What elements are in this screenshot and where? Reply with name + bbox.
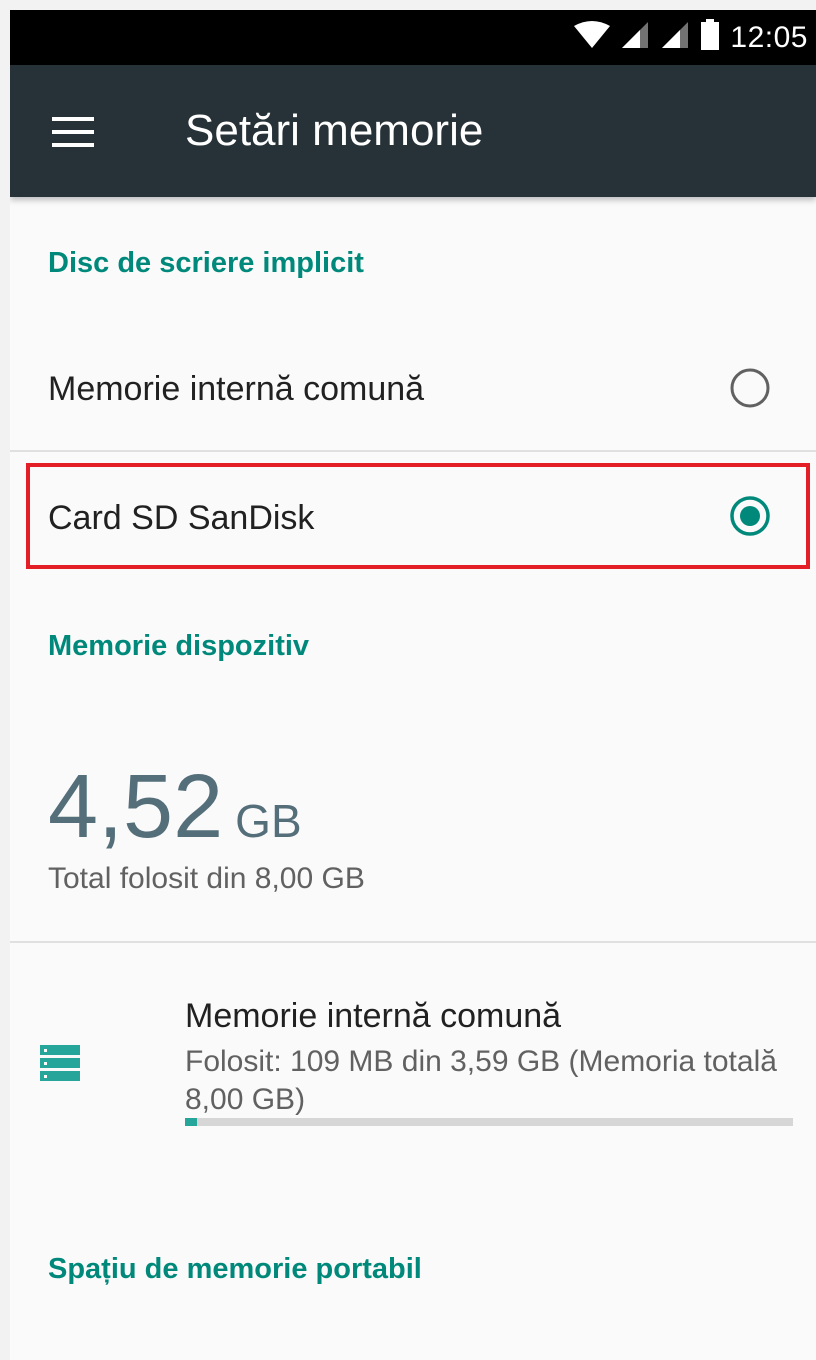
storage-icon: [40, 1043, 80, 1083]
screen: 12:05 Setări memorie Disc de scriere imp…: [10, 10, 816, 1360]
status-bar: 12:05: [10, 10, 816, 65]
storage-volume-internal[interactable]: Memorie internă comună Folosit: 109 MB d…: [10, 945, 816, 1145]
page-title: Setări memorie: [185, 106, 484, 155]
section-header-device-storage: Memorie dispozitiv: [48, 630, 310, 662]
signal-icon: [620, 20, 650, 55]
status-icons: 12:05: [574, 10, 808, 65]
storage-used-unit: GB: [235, 795, 302, 847]
battery-icon: [700, 19, 720, 56]
signal-icon: [660, 20, 690, 55]
section-header-default-write-disk: Disc de scriere implicit: [48, 247, 364, 279]
radio-unselected[interactable]: [730, 368, 770, 408]
menu-icon[interactable]: [50, 115, 96, 149]
storage-volume-title: Memorie internă comună: [185, 997, 562, 1035]
app-bar: Setări memorie: [10, 65, 816, 197]
storage-usage-progress-fill: [185, 1118, 198, 1126]
wifi-icon: [574, 20, 611, 55]
section-header-portable-storage: Spațiu de memorie portabil: [48, 1253, 422, 1285]
storage-used-total: 4,52 GB: [48, 762, 302, 852]
divider: [10, 941, 816, 943]
storage-used-value: 4,52: [48, 757, 224, 857]
storage-used-subtitle: Total folosit din 8,00 GB: [48, 862, 365, 895]
storage-usage-progress-bar: [185, 1118, 793, 1126]
status-time: 12:05: [730, 20, 808, 54]
option-internal-shared-storage[interactable]: Memorie internă comună: [10, 325, 816, 450]
option-label: Memorie internă comună: [48, 370, 425, 408]
highlight-annotation: [26, 463, 810, 569]
storage-volume-summary: Folosit: 109 MB din 3,59 GB (Memoria tot…: [185, 1045, 777, 1116]
